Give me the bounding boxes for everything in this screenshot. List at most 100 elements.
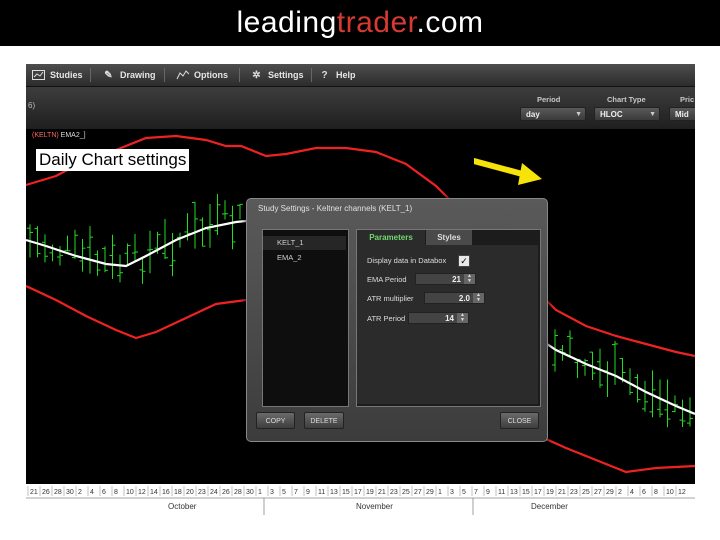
parameters-panel: Parameters Styles Display data in Databo…	[356, 229, 541, 407]
study-legend-ema: EMA2_]	[60, 132, 86, 139]
ema-period-label: EMA Period	[367, 275, 407, 284]
study-settings-dialog: Study Settings - Keltner channels (KELT_…	[246, 198, 548, 442]
menu-divider	[164, 68, 165, 82]
atr-multiplier-stepper[interactable]: 2.0 ▲ ▼	[424, 292, 485, 304]
parameters-body: Display data in Databox ✓ EMA Period 21 …	[357, 245, 538, 404]
price-label: Pric	[680, 95, 695, 104]
menu-options-label: Options	[194, 70, 228, 80]
chevron-down-icon: ▼	[575, 111, 582, 118]
axis-day-label: 7	[294, 489, 298, 496]
study-list-item[interactable]: EMA_2	[263, 251, 346, 265]
axis-day-label: 4	[630, 489, 634, 496]
axis-day-label: 13	[330, 489, 338, 496]
axis-day-label: 12	[138, 489, 146, 496]
stepper-arrows-icon[interactable]: ▲ ▼	[457, 313, 468, 323]
tab-parameters[interactable]: Parameters	[357, 230, 425, 245]
menu-settings-label: Settings	[268, 70, 304, 80]
axis-day-label: 28	[54, 489, 62, 496]
axis-day-label: 29	[606, 489, 614, 496]
stepper-arrows-icon[interactable]: ▲ ▼	[464, 274, 475, 284]
axis-day-label: 26	[42, 489, 50, 496]
chart-type-select[interactable]: HLOC ▼	[594, 107, 660, 121]
axis-day-label: 26	[222, 489, 230, 496]
axis-day-label: 1	[258, 489, 262, 496]
banner-text-domain: .com	[416, 6, 484, 39]
pointer-arrow-icon	[474, 158, 542, 185]
chart-toolbar: 6) Period day ▼ Chart Type HLOC ▼ Pric M…	[26, 87, 695, 129]
axis-day-label: 7	[474, 489, 478, 496]
atr-multiplier-label: ATR multiplier	[367, 294, 414, 303]
banner-text-leading: leading	[236, 6, 337, 39]
axis-day-label: 3	[270, 489, 274, 496]
axis-day-label: 25	[582, 489, 590, 496]
axis-day-label: 10	[666, 489, 674, 496]
chart-type-value: HLOC	[600, 110, 623, 119]
menu-settings[interactable]: ✲ Settings	[250, 64, 304, 86]
axis-day-label: 21	[378, 489, 386, 496]
menu-drawing[interactable]: ✎ Drawing	[102, 64, 155, 86]
axis-day-label: 2	[78, 489, 82, 496]
period-select[interactable]: day ▼	[520, 107, 586, 121]
date-axis-labels: 21 26 28 30 2 4 6 8 10 12 14 16 18 20 23 24 26 28 30 1 3 5 7 9 1…	[26, 486, 695, 515]
site-banner: leadingtrader.com	[0, 0, 720, 46]
date-axis: 21 26 28 30 2 4 6 8 10 12 14 16 18 20 23 24 26 28 30 1 3 5 7 9 1…	[26, 482, 695, 515]
axis-month-label: December	[531, 502, 568, 511]
axis-day-label: 27	[414, 489, 422, 496]
axis-day-label: 23	[198, 489, 206, 496]
menu-help[interactable]: ? Help	[318, 64, 356, 86]
delete-button[interactable]: DELETE	[304, 412, 344, 429]
axis-day-label: 3	[450, 489, 454, 496]
axis-day-label: 9	[486, 489, 490, 496]
study-legend-keltner: (KELTN)	[32, 132, 59, 139]
axis-day-label: 15	[342, 489, 350, 496]
options-icon	[176, 70, 189, 81]
axis-day-label: 18	[174, 489, 182, 496]
axis-day-label: 5	[282, 489, 286, 496]
axis-day-label: 8	[654, 489, 658, 496]
study-legend: (KELTN) EMA2_]	[32, 132, 86, 139]
stepper-arrows-icon[interactable]: ▲ ▼	[473, 293, 484, 303]
menu-divider	[90, 68, 91, 82]
dialog-title: Study Settings - Keltner channels (KELT_…	[258, 204, 413, 213]
axis-day-label: 23	[390, 489, 398, 496]
axis-day-label: 8	[114, 489, 118, 496]
period-label: Period	[537, 95, 561, 104]
axis-day-label: 30	[246, 489, 254, 496]
menu-options[interactable]: Options	[176, 64, 228, 86]
axis-day-label: 5	[462, 489, 466, 496]
axis-day-label: 28	[234, 489, 242, 496]
ema-period-value: 21	[452, 275, 461, 284]
axis-day-label: 11	[498, 489, 505, 496]
axis-day-label: 15	[522, 489, 530, 496]
close-button[interactable]: CLOSE	[500, 412, 539, 429]
axis-day-label: 19	[366, 489, 374, 496]
study-list: KELT_1 EMA_2	[262, 229, 349, 407]
axis-day-label: 6	[102, 489, 106, 496]
ema-period-stepper[interactable]: 21 ▲ ▼	[415, 273, 476, 285]
menu-divider	[239, 68, 240, 82]
tab-styles[interactable]: Styles	[426, 230, 472, 245]
menu-help-label: Help	[336, 70, 356, 80]
menu-bar: Studies ✎ Drawing Options ✲ Settings ? H…	[26, 64, 695, 87]
atr-period-label: ATR Period	[367, 314, 406, 323]
display-databox-checkbox[interactable]: ✓	[458, 255, 470, 267]
axis-day-label: 29	[426, 489, 434, 496]
axis-day-label: 21	[30, 489, 38, 496]
study-list-item[interactable]: KELT_1	[263, 236, 346, 250]
copy-button[interactable]: COPY	[256, 412, 295, 429]
axis-day-label: 1	[438, 489, 442, 496]
axis-day-label: 30	[66, 489, 74, 496]
menu-studies[interactable]: Studies	[32, 64, 83, 86]
axis-day-label: 6	[642, 489, 646, 496]
atr-period-stepper[interactable]: 14 ▲ ▼	[408, 312, 469, 324]
price-select[interactable]: Mid	[669, 107, 695, 121]
axis-day-label: 13	[510, 489, 518, 496]
axis-day-label: 10	[126, 489, 134, 496]
toolbar-fragment: 6)	[28, 101, 36, 110]
axis-day-label: 17	[534, 489, 542, 496]
price-value: Mid	[675, 110, 689, 119]
help-icon: ?	[321, 69, 328, 81]
charting-app-window: Studies ✎ Drawing Options ✲ Settings ? H…	[26, 64, 695, 515]
axis-day-label: 23	[570, 489, 578, 496]
axis-day-label: 21	[558, 489, 566, 496]
